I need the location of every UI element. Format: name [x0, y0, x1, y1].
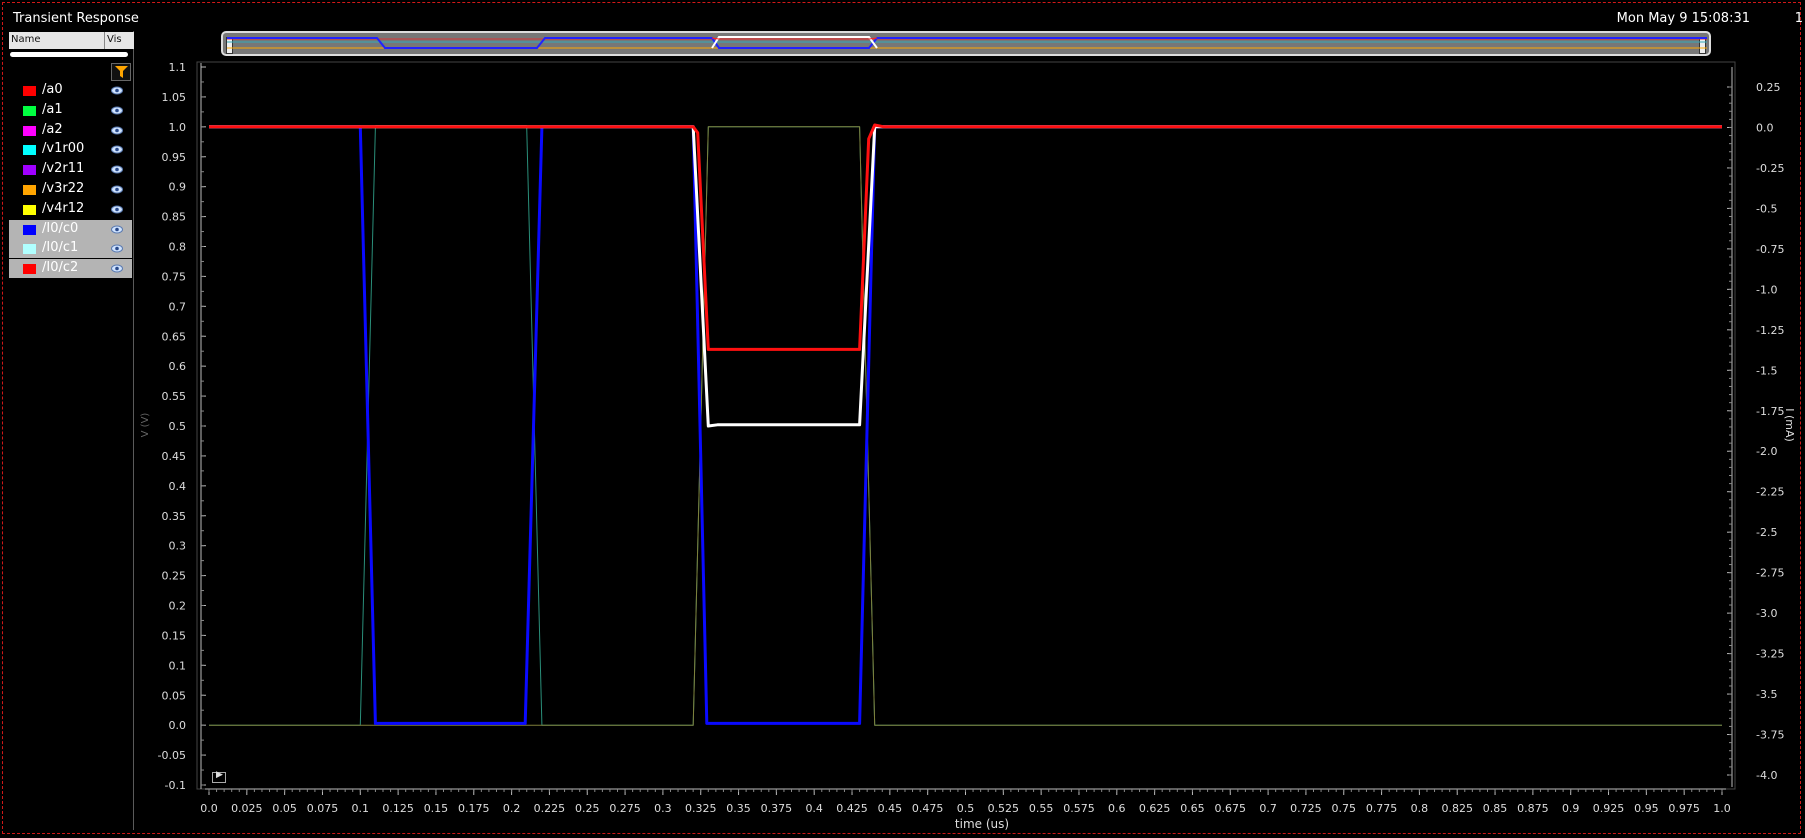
- x-tick-label: 0.575: [1063, 802, 1095, 815]
- x-tick-label: 0.175: [458, 802, 490, 815]
- x-tick-label: 0.975: [1668, 802, 1700, 815]
- left-tick-label: 0.15: [162, 629, 187, 642]
- x-tick-label: 0.075: [307, 802, 339, 815]
- plot-area-border: [196, 61, 1736, 790]
- x-tick-label: 0.875: [1517, 802, 1549, 815]
- right-axis-label: I (mA): [1783, 408, 1796, 442]
- right-tick-label: -1.25: [1756, 324, 1784, 337]
- right-tick-label: 0.0: [1756, 121, 1774, 134]
- x-tick-label: 0.275: [609, 802, 641, 815]
- series-line-3: [209, 125, 1722, 725]
- right-tick-label: -1.75: [1756, 405, 1784, 418]
- left-tick-label: 0.5: [169, 420, 187, 433]
- left-tick-label: 0.55: [162, 390, 187, 403]
- x-tick-label: 0.425: [836, 802, 868, 815]
- x-tick-label: 0.35: [726, 802, 751, 815]
- left-tick-label: -0.1: [165, 779, 186, 792]
- x-tick-label: 0.925: [1593, 802, 1625, 815]
- x-tick-label: 0.025: [231, 802, 263, 815]
- x-tick-label: 0.3: [654, 802, 672, 815]
- right-tick-label: -3.25: [1756, 648, 1784, 661]
- series-line-5: [209, 123, 1722, 351]
- x-tick-label: 0.125: [382, 802, 414, 815]
- left-tick-label: 0.2: [169, 600, 187, 613]
- left-tick-label: 0.1: [169, 659, 187, 672]
- x-tick-label: 0.15: [424, 802, 449, 815]
- x-tick-label: 0.95: [1634, 802, 1659, 815]
- x-tick-label: 0.6: [1108, 802, 1126, 815]
- right-tick-label: -2.0: [1756, 445, 1777, 458]
- left-axis-label: V (V): [140, 413, 151, 438]
- x-tick-label: 0.825: [1441, 802, 1473, 815]
- x-tick-label: 0.65: [1180, 802, 1205, 815]
- left-tick-label: 0.0: [169, 719, 187, 732]
- right-tick-label: -1.0: [1756, 283, 1777, 296]
- waveform-plot[interactable]: 1.1 1.05 1.0 0.95 0.9 0.85 0.8 0.75 0.7 0.65 0.6 0.…: [0, 0, 1805, 838]
- x-tick-label: 1.0: [1713, 802, 1731, 815]
- right-tick-label: -0.5: [1756, 202, 1777, 215]
- left-tick-label: -0.05: [158, 749, 186, 762]
- x-tick-label: 0.675: [1215, 802, 1247, 815]
- left-tick-label: 0.85: [162, 211, 187, 224]
- left-tick-label: 0.75: [162, 270, 187, 283]
- left-tick-label: 1.1: [169, 61, 187, 74]
- left-tick-label: 0.7: [169, 300, 187, 313]
- x-tick-label: 0.25: [575, 802, 600, 815]
- x-tick-label: 0.05: [272, 802, 297, 815]
- left-tick-label: 0.9: [169, 181, 187, 194]
- right-tick-label: -4.0: [1756, 769, 1777, 782]
- right-tick-label: -0.25: [1756, 162, 1784, 175]
- x-tick-label: 0.4: [805, 802, 823, 815]
- left-tick-label: 1.0: [169, 121, 187, 134]
- x-tick-label: 0.55: [1029, 802, 1054, 815]
- x-tick-label: 0.5: [957, 802, 975, 815]
- right-tick-label: 0.25: [1756, 81, 1781, 94]
- series-line-1: [209, 126, 1722, 726]
- x-tick-label: 0.7: [1259, 802, 1277, 815]
- x-tick-label: 0.85: [1483, 802, 1508, 815]
- left-tick-label: 1.05: [162, 91, 187, 104]
- x-tick-label: 0.725: [1290, 802, 1322, 815]
- left-tick-label: 0.95: [162, 151, 187, 164]
- left-tick-label: 0.6: [169, 360, 187, 373]
- x-tick-label: 0.2: [503, 802, 521, 815]
- play-icon: ▶: [216, 770, 223, 780]
- left-tick-label: 0.25: [162, 570, 187, 583]
- play-button[interactable]: ▶: [212, 770, 226, 783]
- series-line-0: [209, 126, 1722, 726]
- left-tick-label: 0.3: [169, 540, 187, 553]
- left-tick-label: 0.65: [162, 330, 187, 343]
- left-tick-label: 0.35: [162, 510, 187, 523]
- left-tick-label: 0.4: [169, 480, 187, 493]
- right-tick-label: -2.75: [1756, 567, 1784, 580]
- series-line-4: [209, 125, 1722, 428]
- x-tick-label: 0.525: [988, 802, 1020, 815]
- x-tick-label: 0.8: [1411, 802, 1429, 815]
- x-tick-label: 0.375: [761, 802, 793, 815]
- x-tick-label: 0.75: [1332, 802, 1357, 815]
- right-tick-label: -1.5: [1756, 364, 1777, 377]
- x-tick-label: 0.0: [200, 802, 218, 815]
- right-tick-label: -2.5: [1756, 526, 1777, 539]
- x-tick-label: 0.775: [1366, 802, 1398, 815]
- left-tick-label: 0.8: [169, 241, 187, 254]
- left-tick-label: 0.45: [162, 450, 187, 463]
- right-tick-label: -3.75: [1756, 729, 1784, 742]
- x-tick-label: 0.625: [1139, 802, 1171, 815]
- right-tick-label: -3.5: [1756, 688, 1777, 701]
- x-tick-label: 0.325: [685, 802, 717, 815]
- left-tick-label: 0.05: [162, 689, 187, 702]
- right-tick-label: -3.0: [1756, 607, 1777, 620]
- x-axis-label: time (us): [955, 817, 1009, 831]
- right-tick-label: -2.25: [1756, 486, 1784, 499]
- right-tick-label: -0.75: [1756, 243, 1784, 256]
- x-tick-label: 0.1: [352, 802, 370, 815]
- x-tick-label: 0.475: [912, 802, 944, 815]
- x-tick-label: 0.225: [534, 802, 566, 815]
- x-tick-label: 0.45: [878, 802, 903, 815]
- x-tick-label: 0.9: [1562, 802, 1580, 815]
